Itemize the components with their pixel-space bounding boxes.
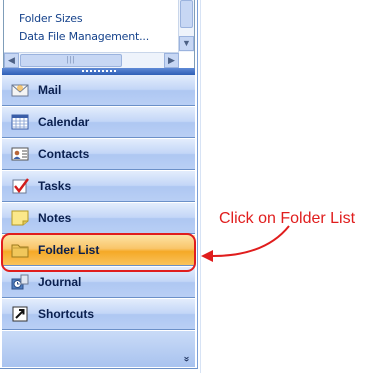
tree-item-data-file-management[interactable]: Data File Management... [19,30,149,43]
shortcut-icon [12,306,28,322]
nav-button-contacts[interactable]: Contacts [2,139,195,170]
nav-button-tasks[interactable]: Tasks [2,171,195,202]
notes-icon [11,210,29,226]
tasks-icon [12,178,29,194]
nav-label-shortcuts: Shortcuts [38,307,95,321]
callout-text: Click on Folder List [219,210,356,227]
horizontal-scroll-thumb[interactable]: ||| [20,54,122,67]
nav-footer: » [2,331,195,367]
nav-button-notes[interactable]: Notes [2,203,195,234]
calendar-icon [11,114,29,130]
scroll-right-button[interactable]: ▶ [164,53,179,68]
nav-label-mail: Mail [38,83,62,97]
vertical-scrollbar[interactable]: ▼ [178,0,194,52]
pane-splitter[interactable] [2,68,195,75]
scroll-left-button[interactable]: ◀ [4,53,19,68]
splitter-grip-icon [82,70,116,74]
nav-label-contacts: Contacts [38,147,90,161]
window-divider [200,0,201,373]
chevron-right-icon: ▶ [168,55,175,65]
navigation-pane: Folder Sizes Data File Management... ▼ ◀… [0,0,198,369]
horizontal-scrollbar[interactable]: ◀ ||| ▶ [4,52,179,68]
nav-label-journal: Journal [38,275,82,289]
configure-buttons-chevron-icon[interactable]: » [181,355,192,363]
contacts-icon [11,147,29,161]
mail-icon [11,84,29,97]
nav-button-mail[interactable]: Mail [2,75,195,106]
nav-label-tasks: Tasks [38,179,72,193]
callout-arrow-icon [201,225,290,262]
nav-button-calendar[interactable]: Calendar [2,107,195,138]
nav-label-notes: Notes [38,211,72,225]
vertical-scroll-thumb[interactable] [180,0,193,28]
nav-button-shortcuts[interactable]: Shortcuts [2,299,195,330]
folder-tree: Folder Sizes Data File Management... ▼ ◀… [3,0,195,68]
chevron-down-icon: ▼ [182,38,191,48]
journal-icon [11,274,29,290]
nav-label-calendar: Calendar [38,115,90,129]
scroll-down-button[interactable]: ▼ [179,36,194,51]
chevron-left-icon: ◀ [8,55,15,65]
folder-list-highlight [1,233,196,272]
tree-item-folder-sizes[interactable]: Folder Sizes [19,12,83,25]
